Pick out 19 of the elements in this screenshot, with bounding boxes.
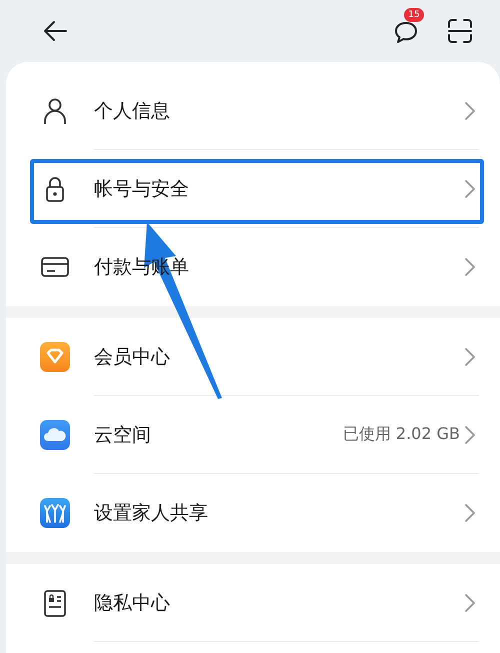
- chevron-icon: [464, 100, 476, 120]
- family-icon: [39, 498, 71, 528]
- chevron-icon: [464, 503, 476, 523]
- menu-item[interactable]: 会员中心: [94, 344, 170, 370]
- chevron-icon: [464, 257, 476, 277]
- menu-item[interactable]: 云空间: [94, 422, 151, 448]
- back-icon[interactable]: [42, 18, 68, 44]
- menu-item[interactable]: 隐私中心: [94, 590, 170, 616]
- menu-item[interactable]: 个人信息: [94, 98, 170, 124]
- scan-icon[interactable]: [446, 17, 474, 45]
- notification-badge: 15: [404, 8, 424, 22]
- menu-item[interactable]: 设置家人共享: [94, 500, 208, 526]
- cloud-icon: [39, 420, 71, 450]
- chevron-icon: [464, 424, 476, 444]
- chevron-icon: [464, 178, 476, 198]
- chevron-icon: [464, 592, 476, 612]
- menu-item[interactable]: 帐号与安全: [94, 176, 189, 202]
- chevron-icon: [464, 346, 476, 366]
- storage-value: 已使用 2.02 GB: [342, 424, 460, 445]
